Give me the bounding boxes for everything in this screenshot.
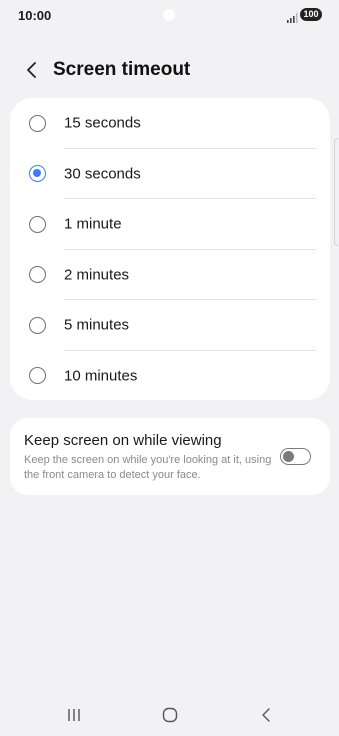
signal-icon (287, 10, 299, 23)
option-label: 30 seconds (64, 165, 141, 183)
navigation-bar (0, 696, 339, 736)
scroll-indicator[interactable] (334, 138, 338, 246)
timeout-option-10-minutes[interactable]: 10 minutes (10, 351, 330, 402)
header: Screen timeout (0, 56, 339, 86)
radio-button[interactable] (29, 114, 46, 132)
timeout-option-2-minutes[interactable]: 2 minutes (10, 250, 330, 300)
radio-button[interactable] (29, 316, 46, 334)
option-label: 5 minutes (64, 316, 130, 334)
recents-button[interactable] (63, 706, 85, 724)
front-camera-cutout (163, 9, 175, 21)
nav-back-button[interactable] (256, 706, 276, 724)
timeout-option-30-seconds[interactable]: 30 seconds (10, 149, 330, 199)
timeout-option-1-minute[interactable]: 1 minute (10, 199, 330, 250)
option-label: 15 seconds (64, 114, 141, 132)
keep-screen-on-title: Keep screen on while viewing (24, 432, 222, 449)
radio-button[interactable] (29, 266, 46, 284)
recents-icon (68, 709, 80, 721)
page-title: Screen timeout (53, 59, 191, 80)
radio-button[interactable] (29, 215, 46, 233)
battery-icon: 100 (300, 8, 322, 21)
timeout-option-5-minutes[interactable]: 5 minutes (10, 300, 330, 351)
keep-screen-on-description: Keep the screen on while you're looking … (24, 454, 272, 481)
home-icon (162, 707, 178, 723)
toggle-knob (283, 450, 294, 462)
status-bar: 10:00 100 (0, 0, 339, 34)
keep-screen-on-card[interactable]: Keep screen on while viewing Keep the sc… (10, 418, 330, 495)
back-icon (262, 708, 270, 722)
keep-screen-on-toggle[interactable] (280, 448, 311, 465)
home-button[interactable] (160, 706, 180, 724)
radio-button[interactable] (29, 367, 46, 385)
status-time: 10:00 (18, 8, 52, 23)
option-label: 2 minutes (64, 266, 130, 284)
back-button[interactable] (20, 56, 44, 84)
radio-button[interactable] (29, 165, 46, 183)
timeout-option-15-seconds[interactable]: 15 seconds (10, 98, 330, 149)
option-label: 1 minute (64, 215, 122, 233)
chevron-left-icon (27, 62, 36, 78)
timeout-options-card: 15 seconds 30 seconds 1 minute 2 minutes… (10, 98, 330, 400)
option-label: 10 minutes (64, 367, 138, 385)
